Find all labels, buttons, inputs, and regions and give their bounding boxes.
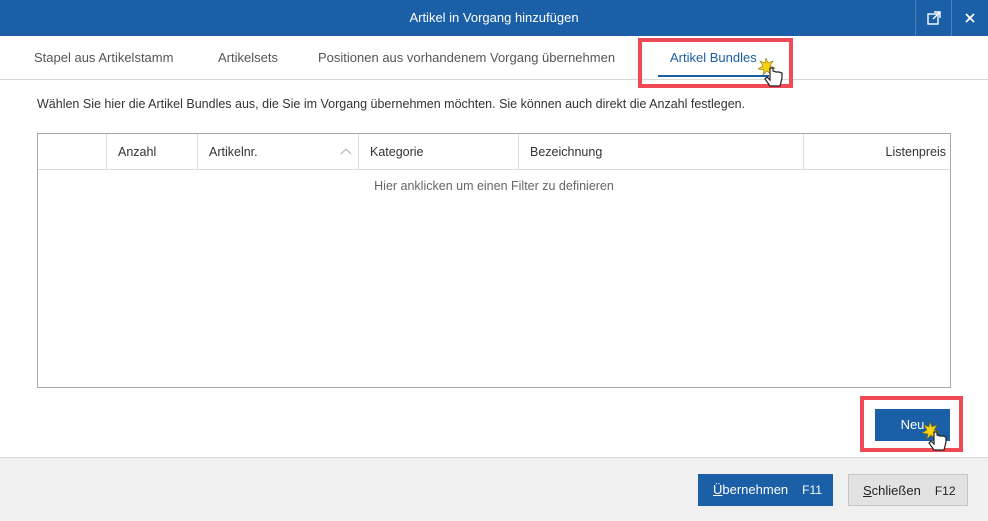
column-listenpreis[interactable]: Listenpreis (804, 134, 950, 170)
tab-bar: Stapel aus Artikelstamm Artikelsets Posi… (0, 36, 988, 80)
tab-stapel-artikelstamm[interactable]: Stapel aus Artikelstamm (34, 36, 173, 80)
apply-button[interactable]: Übernehmen F11 (698, 474, 833, 506)
close-button-shortcut: F12 (934, 484, 956, 498)
close-button[interactable] (951, 0, 987, 36)
column-artikelnr-label: Artikelnr. (209, 145, 258, 159)
grid-header: Anzahl Artikelnr. Kategorie Bezeichnung … (38, 134, 950, 170)
bundles-grid[interactable]: Anzahl Artikelnr. Kategorie Bezeichnung … (37, 133, 951, 388)
close-icon (964, 13, 975, 23)
filter-row[interactable]: Hier anklicken um einen Filter zu defini… (38, 170, 950, 202)
instruction-text: Wählen Sie hier die Artikel Bundles aus,… (37, 97, 746, 111)
close-button-label: chließen (871, 483, 921, 498)
column-artikelnr[interactable]: Artikelnr. (198, 134, 359, 170)
close-dialog-button[interactable]: Schließen F12 (848, 474, 968, 506)
tab-artikel-bundles[interactable]: Artikel Bundles (658, 36, 769, 80)
column-anzahl[interactable]: Anzahl (107, 134, 198, 170)
tab-positionen-vorgang[interactable]: Positionen aus vorhandenem Vorgang übern… (318, 36, 615, 80)
column-kategorie[interactable]: Kategorie (359, 134, 519, 170)
dialog-title: Artikel in Vorgang hinzufügen (409, 10, 579, 25)
apply-button-shortcut: F11 (802, 483, 822, 497)
apply-button-label: bernehmen (722, 482, 789, 497)
popout-icon (926, 11, 941, 25)
close-button-mnemonic: S (863, 483, 872, 498)
sort-ascending-icon (340, 134, 352, 170)
title-bar: Artikel in Vorgang hinzufügen (0, 0, 988, 36)
popout-button[interactable] (915, 0, 951, 36)
column-bezeichnung[interactable]: Bezeichnung (519, 134, 804, 170)
new-button[interactable]: Neu (875, 409, 950, 441)
apply-button-mnemonic: Ü (713, 482, 723, 497)
dialog-footer: Übernehmen F11 Schließen F12 (0, 457, 988, 521)
column-select[interactable] (38, 134, 107, 170)
tab-artikelsets[interactable]: Artikelsets (218, 36, 278, 80)
